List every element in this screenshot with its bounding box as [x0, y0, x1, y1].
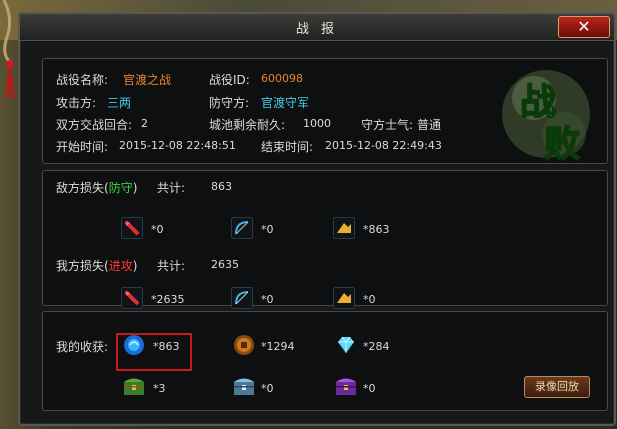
battle-id: 600098	[261, 72, 303, 85]
my-total: 2635	[211, 258, 239, 271]
my-bow-count: *0	[261, 293, 274, 306]
defender-name[interactable]: 官渡守军	[261, 94, 309, 111]
defender-label: 防守方:	[209, 96, 250, 110]
morale-label: 守方士气:	[361, 118, 414, 132]
bow-icon	[231, 287, 253, 309]
my-cavalry-count: *0	[363, 293, 376, 306]
purple-chest-icon	[333, 374, 359, 398]
enemy-role: 防守	[108, 181, 133, 195]
cavalry-icon	[333, 217, 355, 239]
spear-icon	[121, 287, 143, 309]
diamond-icon	[333, 333, 359, 357]
battle-name-label: 战役名称:	[56, 73, 109, 87]
durability-value: 1000	[303, 117, 331, 130]
my-total-label: 共计:	[157, 259, 186, 273]
battle-report-window: 战 报 ✕ 战役名称: 官渡之战 战役ID: 600098 攻击方: 三两 防守…	[18, 12, 616, 426]
my-spear-count: *2635	[151, 293, 185, 306]
start-time: 2015-12-08 22:48:51	[119, 139, 236, 152]
end-time-label: 结束时间:	[261, 140, 314, 154]
start-time-label: 开始时间:	[56, 140, 109, 154]
end-time: 2015-12-08 22:49:43	[325, 139, 442, 152]
cavalry-icon	[333, 287, 355, 309]
enemy-cavalry-count: *863	[363, 223, 390, 236]
green-chest-icon	[121, 374, 147, 398]
battle-id-label: 战役ID:	[209, 73, 250, 87]
titlebar: 战 报 ✕	[20, 14, 614, 41]
my-loss-label-prefix: 我方损失	[56, 259, 105, 273]
attacker-label: 攻击方:	[56, 96, 97, 110]
rewards-label: 我的收获:	[56, 340, 109, 354]
enemy-bow-count: *0	[261, 223, 274, 236]
window-title: 战 报	[295, 22, 339, 37]
bow-icon	[231, 217, 253, 239]
my-loss-paren-close: )	[132, 259, 138, 273]
defeat-stamp-icon: 战 败	[502, 70, 590, 166]
my-loss-label: 我方损失(进攻)	[56, 257, 137, 274]
enemy-spear-count: *0	[151, 223, 164, 236]
attacker-name[interactable]: 三两	[107, 94, 131, 111]
enemy-total: 863	[211, 180, 232, 193]
highlight-box	[116, 333, 192, 371]
reward-purple-chest-count: *0	[363, 382, 376, 395]
silver-chest-icon	[231, 374, 257, 398]
losses-panel: 敌方损失(防守) 共计: 863 *0 *0 *863 我方损失(进攻) 共计:…	[42, 170, 608, 309]
reward-green-chest-count: *3	[153, 382, 166, 395]
durability-label: 城池剩余耐久:	[209, 118, 286, 132]
enemy-loss-label-prefix: 敌方损失	[56, 181, 105, 195]
enemy-loss-label: 敌方损失(防守)	[56, 179, 137, 196]
reward-diamond-count: *284	[363, 340, 390, 353]
copper-coin-icon	[231, 333, 257, 357]
stamp-text-bottom: 败	[544, 123, 580, 165]
morale-value: 普通	[417, 118, 442, 132]
replay-button[interactable]: 录像回放	[524, 376, 590, 398]
reward-silver-chest-count: *0	[261, 382, 274, 395]
my-role: 进攻	[108, 259, 133, 273]
battle-name: 官渡之战	[123, 73, 172, 87]
close-button[interactable]: ✕	[558, 16, 610, 38]
spear-icon	[121, 217, 143, 239]
stamp-text-top: 战	[520, 81, 556, 123]
enemy-loss-paren-close: )	[132, 181, 138, 195]
reward-coin-count: *1294	[261, 340, 295, 353]
enemy-total-label: 共计:	[157, 181, 186, 195]
rounds-label: 双方交战回合:	[56, 118, 133, 132]
rounds-value: 2	[141, 117, 148, 130]
